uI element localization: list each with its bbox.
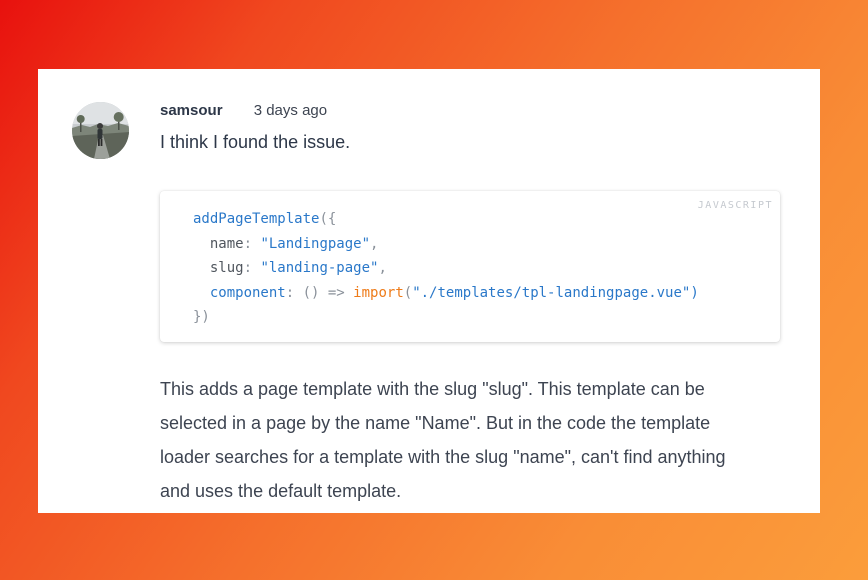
code-string: "Landingpage" — [260, 235, 371, 252]
comment-meta: samsour 3 days ago — [160, 102, 327, 120]
user-photo-icon — [72, 102, 129, 159]
code-punctuation: , — [370, 235, 379, 252]
code-arrow: () => — [302, 284, 345, 301]
comment-body: This adds a page template with the slug … — [160, 372, 780, 508]
code-string: "./templates/tpl-landingpage.vue") — [412, 284, 699, 301]
code-language-label: JAVASCRIPT — [697, 200, 773, 211]
code-string: "landing-page" — [260, 260, 379, 276]
code-punctuation: : — [243, 235, 261, 252]
code-punctuation: ( — [403, 284, 413, 301]
code-punctuation: , — [378, 260, 387, 276]
code-line: }) — [193, 309, 210, 325]
body-line: selected in a page by the name "Name". B… — [160, 413, 711, 433]
code-punctuation: }) — [193, 309, 210, 325]
comment-card: samsour 3 days ago I think I found the i… — [38, 69, 820, 513]
code-block: JAVASCRIPT addPageTemplate({ name: "Land… — [160, 191, 780, 342]
code-punctuation: : — [285, 284, 303, 301]
code-property: component — [209, 284, 286, 301]
code-property: name — [209, 235, 244, 252]
body-line: loader searches for a template with the … — [160, 447, 726, 467]
body-line: and uses the default template. — [160, 481, 402, 501]
code-punctuation: : — [243, 260, 261, 276]
code-property: slug — [209, 260, 244, 276]
code-line: name: "Landingpage", — [193, 235, 379, 252]
comment-timestamp[interactable]: 3 days ago — [254, 102, 327, 119]
code-line: addPageTemplate({ — [193, 211, 336, 227]
code-function-name: addPageTemplate — [193, 211, 320, 227]
code-content: addPageTemplate({ name: "Landingpage", s… — [193, 207, 699, 330]
code-line: component: () => import("./templates/tpl… — [193, 285, 699, 301]
code-import-keyword: import — [353, 284, 404, 301]
author-name[interactable]: samsour — [160, 102, 223, 119]
code-line: slug: "landing-page", — [193, 260, 387, 276]
avatar[interactable] — [72, 102, 129, 159]
code-punctuation: ({ — [319, 211, 337, 227]
comment-message: I think I found the issue. — [160, 132, 351, 152]
body-line: This adds a page template with the slug … — [160, 379, 705, 399]
